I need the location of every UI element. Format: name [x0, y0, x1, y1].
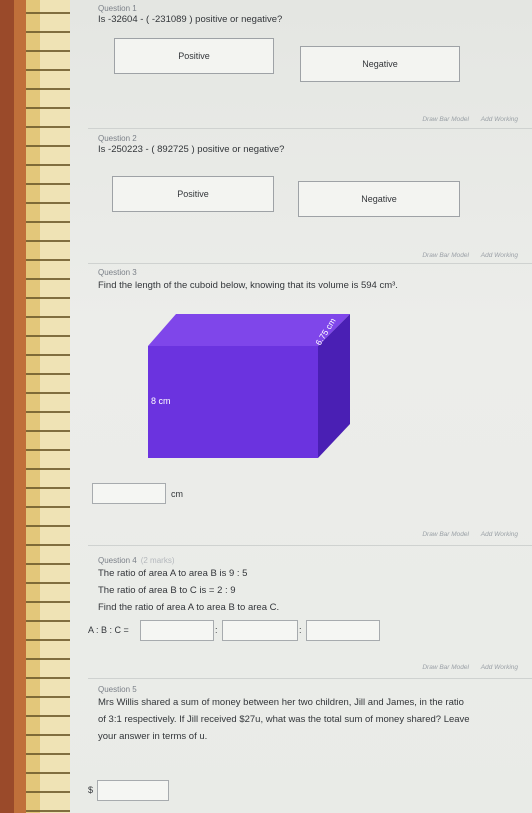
- question-5: Question 5 Mrs Willis shared a sum of mo…: [98, 685, 522, 745]
- q2-add-working[interactable]: Add Working: [481, 252, 518, 259]
- question-4: Question 4 (2 marks) The ratio of area A …: [98, 556, 522, 616]
- q5-currency-label: $: [88, 785, 94, 795]
- q4-tools: Draw Bar Model Add Working: [412, 664, 518, 671]
- question-5-line-3: your answer in terms of u.: [98, 731, 208, 742]
- q2-negative-option[interactable]: Negative: [298, 181, 460, 217]
- q5-answer-input[interactable]: [97, 780, 169, 801]
- q4-draw-bar-model[interactable]: Draw Bar Model: [422, 664, 469, 671]
- question-2-heading: Question 2: [98, 134, 137, 143]
- divider: [88, 545, 532, 546]
- question-4-marks: (2 marks): [140, 556, 175, 565]
- divider: [88, 128, 532, 129]
- question-2: Question 2 Is -250223 - ( 892725 ) posit…: [98, 134, 522, 157]
- cuboid-diagram: 8 cm 6.75 cm: [148, 314, 350, 458]
- question-4-line-3: Find the ratio of area A to area B to ar…: [98, 602, 280, 613]
- question-3-heading: Question 3: [98, 268, 137, 277]
- q3-answer-input[interactable]: [92, 483, 166, 504]
- q2-positive-option[interactable]: Positive: [112, 176, 274, 212]
- question-4-line-1: The ratio of area A to area B is 9 : 5: [98, 568, 248, 579]
- ratio-a-input[interactable]: [140, 620, 214, 641]
- q2-negative-label: Negative: [361, 194, 397, 204]
- question-4-line-2: The ratio of area B to C is = 2 : 9: [98, 585, 236, 596]
- q3-tools: Draw Bar Model Add Working: [412, 531, 518, 538]
- question-3: Question 3 Find the length of the cuboid…: [98, 268, 522, 294]
- divider: [88, 263, 532, 264]
- q1-negative-label: Negative: [362, 59, 398, 69]
- spiral-binding: [26, 0, 72, 813]
- cuboid-height-label: 8 cm: [151, 396, 171, 406]
- question-1-heading: Question 1: [98, 4, 137, 13]
- q1-add-working[interactable]: Add Working: [481, 116, 518, 123]
- question-4-heading: Question 4 (2 marks): [98, 556, 522, 565]
- question-3-text: Find the length of the cuboid below, kno…: [98, 280, 398, 291]
- q2-positive-label: Positive: [177, 189, 209, 199]
- worksheet-page: Question 1 Is -32604 - ( -231089 ) posit…: [70, 0, 532, 813]
- q1-positive-option[interactable]: Positive: [114, 38, 274, 74]
- ratio-label: A : B : C =: [88, 625, 129, 635]
- q3-unit-label: cm: [171, 489, 183, 499]
- question-5-line-2: of 3:1 respectively. If Jill received $2…: [98, 714, 470, 725]
- q4-add-working[interactable]: Add Working: [481, 664, 518, 671]
- ratio-separator-1: :: [215, 625, 218, 635]
- question-5-heading: Question 5: [98, 685, 137, 694]
- q1-negative-option[interactable]: Negative: [300, 46, 460, 82]
- question-4-title: Question 4: [98, 556, 137, 565]
- ratio-b-input[interactable]: [222, 620, 298, 641]
- q3-add-working[interactable]: Add Working: [481, 531, 518, 538]
- divider: [88, 678, 532, 679]
- q2-draw-bar-model[interactable]: Draw Bar Model: [422, 252, 469, 259]
- q1-draw-bar-model[interactable]: Draw Bar Model: [422, 116, 469, 123]
- ratio-c-input[interactable]: [306, 620, 380, 641]
- question-2-text: Is -250223 - ( 892725 ) positive or nega…: [98, 144, 285, 155]
- cuboid-front-face: [148, 346, 318, 458]
- q2-tools: Draw Bar Model Add Working: [412, 252, 518, 259]
- question-1-text: Is -32604 - ( -231089 ) positive or nega…: [98, 14, 283, 25]
- question-5-line-1: Mrs Willis shared a sum of money between…: [98, 697, 464, 708]
- q1-tools: Draw Bar Model Add Working: [412, 116, 518, 123]
- q3-draw-bar-model[interactable]: Draw Bar Model: [422, 531, 469, 538]
- question-1: Question 1 Is -32604 - ( -231089 ) posit…: [98, 4, 522, 27]
- ratio-separator-2: :: [299, 625, 302, 635]
- q1-positive-label: Positive: [178, 51, 210, 61]
